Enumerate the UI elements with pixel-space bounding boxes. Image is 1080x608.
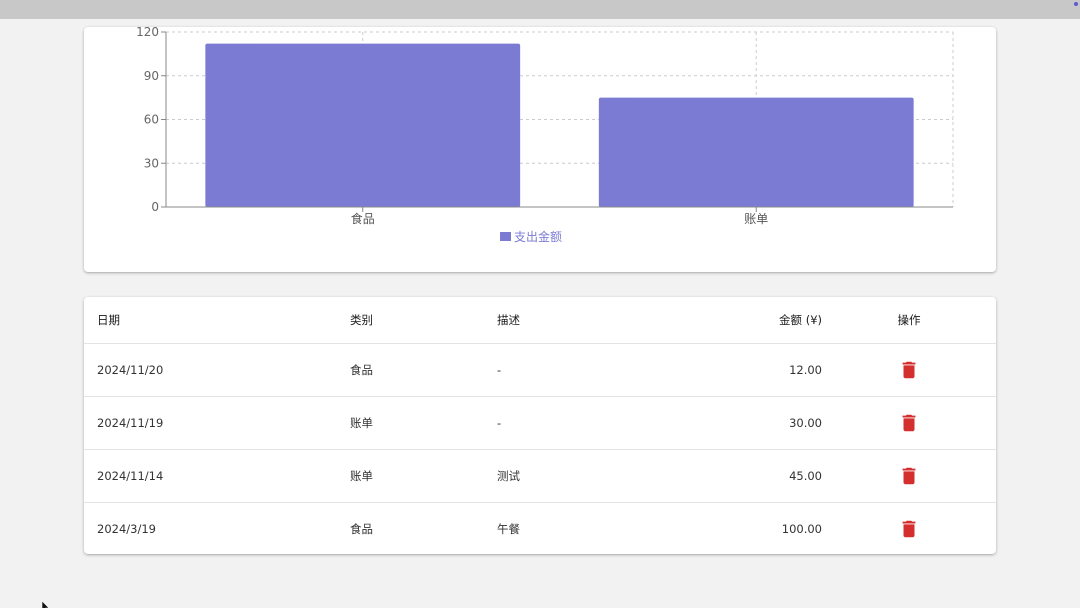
table-row: 2024/11/19 账单 - 30.00	[84, 396, 996, 450]
y-tick-label: 90	[144, 69, 159, 83]
table-row: 2024/11/20 食品 - 12.00	[84, 343, 996, 397]
mouse-cursor-icon	[42, 601, 50, 608]
chart-legend: 支出金额	[500, 229, 562, 244]
delete-button[interactable]	[898, 518, 920, 540]
cell-category: 账单	[337, 396, 484, 450]
x-tick-label: 食品	[351, 211, 375, 226]
y-tick-label: 120	[136, 27, 159, 39]
trash-icon	[902, 520, 916, 537]
expense-table: 日期 类别 描述 金额 (¥) 操作 2024/11/20 食品 - 12.00	[84, 297, 996, 555]
cell-date: 2024/11/14	[84, 449, 337, 503]
header-amount: 金额 (¥)	[684, 297, 822, 344]
header-category: 类别	[337, 297, 484, 344]
cell-date: 2024/11/19	[84, 396, 337, 450]
window-top-strip	[0, 0, 1080, 19]
cell-date: 2024/3/19	[97, 521, 156, 536]
legend-swatch	[500, 232, 511, 241]
cell-amount: 100.00	[781, 521, 822, 536]
header-action: 操作	[822, 297, 996, 344]
table-row: 2024/11/14 账单 测试 45.00	[84, 449, 996, 503]
y-tick-label: 0	[151, 200, 159, 214]
delete-button[interactable]	[898, 465, 920, 487]
status-dot	[1074, 2, 1078, 6]
cell-amount: 45.00	[684, 449, 822, 503]
cell-amount: 30.00	[684, 396, 822, 450]
cell-description: -	[484, 396, 684, 450]
y-tick-label: 30	[144, 156, 159, 170]
app-content: 0 30 60 90 120 食品 账单 支出金额 日期 类别 描述 金额 (¥) 操作	[0, 19, 1080, 608]
trash-icon	[902, 467, 916, 484]
trash-icon	[902, 361, 916, 378]
expense-bar-chart: 0 30 60 90 120 食品 账单支出金额	[136, 27, 954, 244]
cell-date: 2024/11/20	[84, 343, 337, 397]
cell-category: 食品	[350, 521, 373, 536]
expense-table-card: 日期 类别 描述 金额 (¥) 操作 2024/11/20 食品 - 12.00	[84, 297, 996, 554]
legend-label[interactable]: 支出金额	[514, 229, 562, 244]
header-date: 日期	[84, 297, 337, 344]
cell-category: 食品	[337, 343, 484, 397]
bar	[598, 97, 914, 207]
table-row: 2024/3/19 食品 午餐 100.00	[84, 502, 996, 555]
chart-card: 0 30 60 90 120 食品 账单支出金额	[84, 27, 996, 272]
cell-description: 午餐	[497, 521, 520, 536]
header-description: 描述	[484, 297, 684, 344]
y-tick-label: 60	[144, 113, 159, 127]
cell-category: 账单	[337, 449, 484, 503]
bar	[205, 43, 521, 208]
table-header-row: 日期 类别 描述 金额 (¥) 操作	[84, 297, 996, 344]
cell-description: -	[484, 343, 684, 397]
trash-icon	[902, 414, 916, 431]
cell-description: 测试	[484, 449, 684, 503]
x-tick-label: 账单	[744, 212, 768, 226]
cell-amount: 12.00	[684, 343, 822, 397]
delete-button[interactable]	[898, 412, 920, 434]
delete-button[interactable]	[898, 359, 920, 381]
